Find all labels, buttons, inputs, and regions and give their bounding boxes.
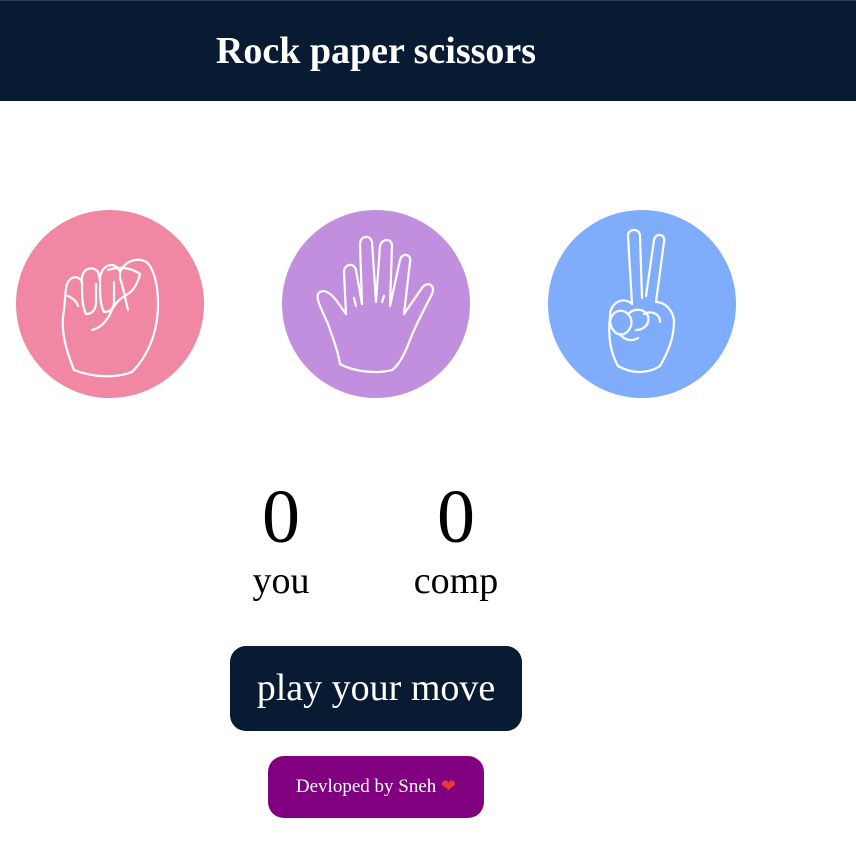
user-score-label: you — [252, 560, 310, 602]
rock-choice[interactable] — [16, 210, 204, 398]
computer-score: 0 — [437, 475, 475, 559]
page-title: Rock paper scissors — [215, 30, 537, 72]
paper-choice[interactable] — [282, 210, 470, 398]
peace-hand-icon — [548, 210, 736, 398]
user-score: 0 — [262, 475, 300, 559]
user-score-panel: 0 you — [211, 475, 351, 603]
credit-text: Devloped by Sneh — [295, 776, 437, 797]
computer-score-label: comp — [413, 560, 499, 602]
game-message: play your move — [230, 646, 522, 731]
computer-score-panel: 0 comp — [386, 475, 526, 603]
open-hand-icon — [282, 210, 470, 398]
heart-icon: ❤ — [441, 776, 457, 797]
scissors-choice[interactable] — [548, 210, 736, 398]
developer-credit: Devloped by Sneh ❤ — [268, 756, 484, 818]
header-bar: Rock paper scissors — [0, 0, 856, 101]
fist-icon — [16, 210, 204, 398]
